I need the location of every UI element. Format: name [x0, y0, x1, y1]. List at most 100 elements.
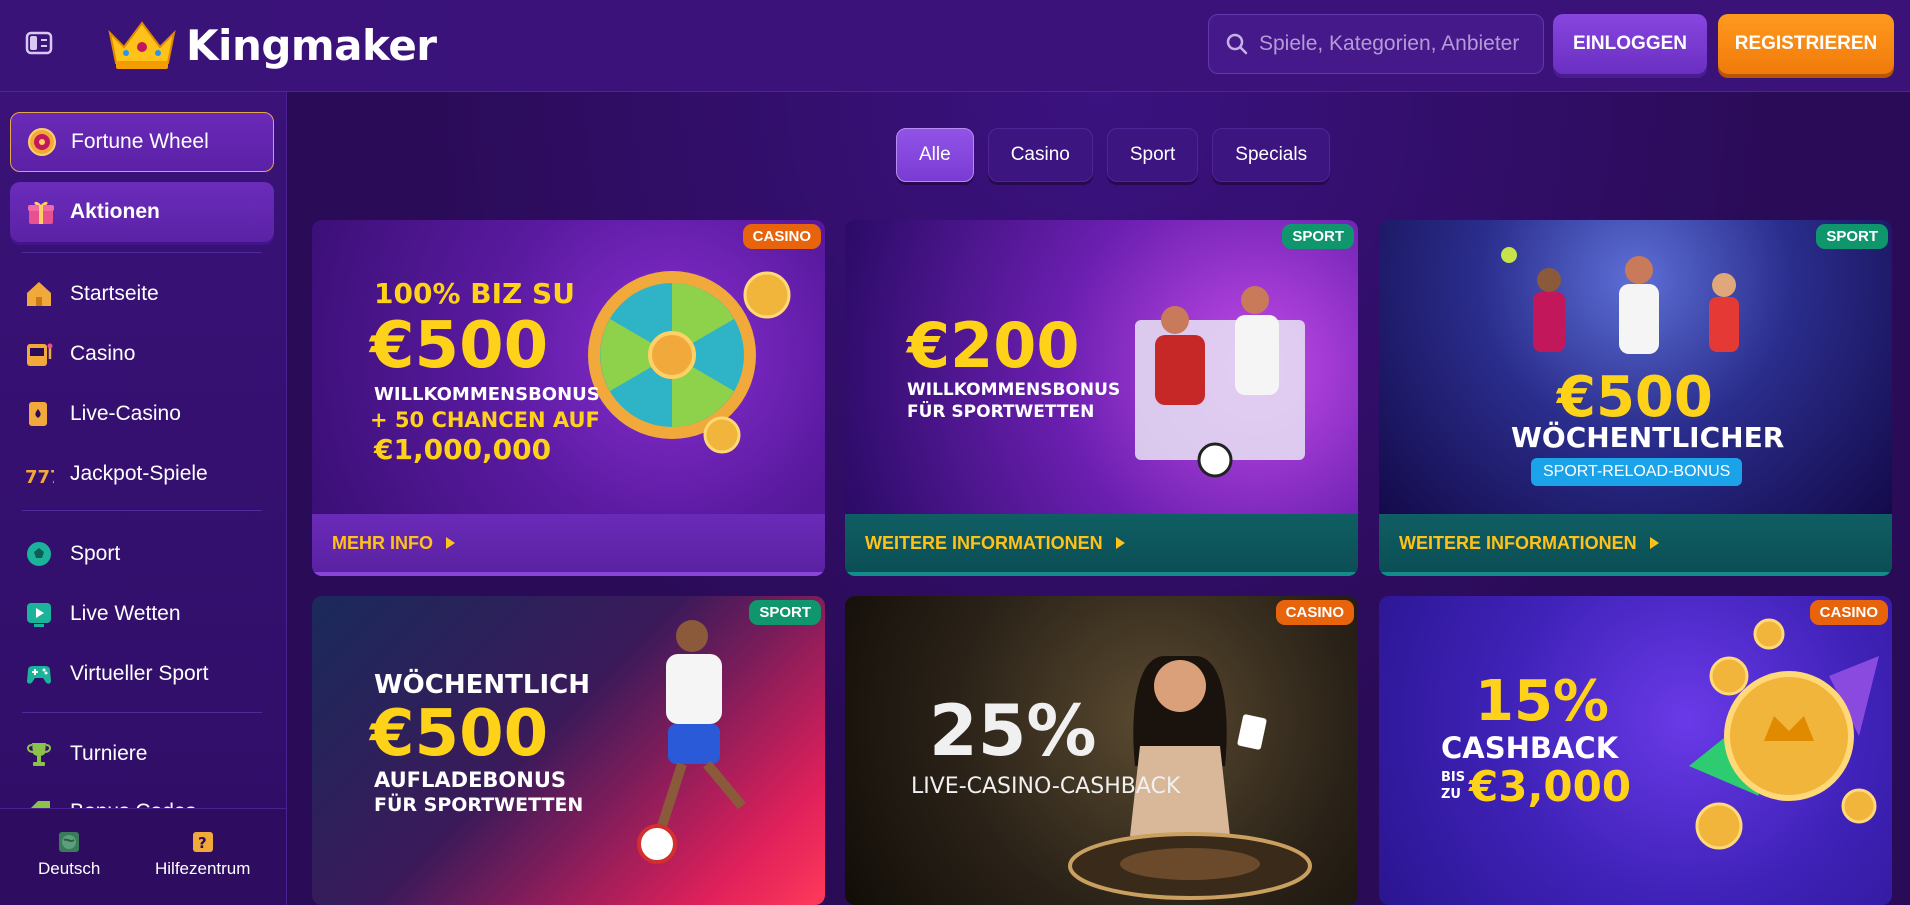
- sidebar-item-label: Casino: [70, 342, 136, 365]
- promo-line: LIVE-CASINO-CASHBACK: [911, 774, 1181, 799]
- sidebar-item-live-casino[interactable]: Live-Casino: [22, 392, 272, 436]
- promo-amount: 25%: [929, 690, 1097, 772]
- category-badge: SPORT: [1816, 224, 1888, 249]
- category-badge: SPORT: [749, 600, 821, 625]
- promo-line: AUFLADEBONUS: [374, 768, 567, 792]
- sidebar-item-jackpot-spiele[interactable]: 777 Jackpot-Spiele: [22, 452, 272, 496]
- category-badge: CASINO: [742, 224, 821, 249]
- search-box[interactable]: [1208, 14, 1544, 74]
- promo-amount: €500: [370, 697, 549, 771]
- cards-icon: [22, 397, 56, 431]
- promo-line: FÜR SPORTWETTEN: [907, 402, 1095, 422]
- language-selector[interactable]: Deutsch: [38, 831, 100, 879]
- sidebar-divider: [22, 510, 262, 511]
- sidebar-promo-label: Fortune Wheel: [71, 130, 209, 153]
- gamepad-icon: [22, 657, 56, 691]
- sidebar-item-startseite[interactable]: Startseite: [22, 272, 272, 316]
- promo-line: + 50 CHANCEN AUF: [370, 408, 600, 432]
- tab-casino[interactable]: Casino: [987, 128, 1093, 182]
- sidebar-toggle-icon[interactable]: [24, 28, 54, 58]
- promo-tag: SPORT-RELOAD-BONUS: [1531, 458, 1743, 486]
- sidebar-item-label: Virtueller Sport: [70, 662, 209, 685]
- sidebar: Fortune Wheel Aktionen Startseite Casino…: [0, 92, 287, 905]
- register-button[interactable]: REGISTRIEREN: [1718, 14, 1894, 74]
- promo-card[interactable]: 25% LIVE-CASINO-CASHBACK CASINO: [845, 596, 1358, 905]
- sidebar-item-label: Jackpot-Spiele: [70, 462, 208, 485]
- caret-right-icon: [446, 537, 455, 549]
- more-info-link[interactable]: WEITERE INFORMATIONEN: [1379, 514, 1892, 576]
- sidebar-footer: Deutsch ? Hilfezentrum: [0, 808, 286, 905]
- sidebar-item-live-wetten[interactable]: Live Wetten: [22, 592, 272, 636]
- promo-line: 100% BIZ SU: [374, 277, 575, 310]
- coin-icon: [703, 416, 741, 454]
- promo-line: CASHBACK: [1441, 731, 1619, 765]
- promo-card[interactable]: €500 WÖCHENTLICHER SPORT-RELOAD-BONUS SP…: [1379, 220, 1892, 576]
- crown-icon: [108, 21, 176, 69]
- promo-card[interactable]: €200 WILLKOMMENSBONUS FÜR SPORTWETTEN SP…: [845, 220, 1358, 576]
- category-badge: CASINO: [1809, 600, 1888, 625]
- tab-alle[interactable]: Alle: [896, 128, 974, 182]
- sidebar-promo-aktionen[interactable]: Aktionen: [10, 182, 274, 242]
- sidebar-item-label: Startseite: [70, 282, 159, 305]
- dealer-graphic: [1068, 656, 1312, 900]
- promo-line: WILLKOMMENSBONUS: [374, 384, 600, 405]
- promo-line: €1,000,000: [374, 433, 552, 466]
- brand-logo[interactable]: Kingmaker: [104, 14, 437, 76]
- sidebar-divider: [22, 252, 262, 253]
- cta-label: WEITERE INFORMATIONEN: [1399, 532, 1637, 553]
- promotions-main: Alle Casino Sport Specials 100% BIZ SU €…: [288, 92, 1910, 905]
- promo-image: €200 WILLKOMMENSBONUS FÜR SPORTWETTEN SP…: [845, 220, 1358, 514]
- help-center-link[interactable]: ? Hilfezentrum: [155, 831, 250, 879]
- promo-amount: 15%: [1475, 669, 1610, 734]
- globe-icon: [59, 832, 80, 852]
- promo-amount: €500: [1557, 365, 1713, 430]
- promo-image: 15% CASHBACK BIS ZU €3,000 CASINO: [1379, 596, 1892, 905]
- fortune-wheel-icon: [28, 128, 56, 156]
- tab-specials[interactable]: Specials: [1212, 128, 1331, 182]
- category-badge: SPORT: [1282, 224, 1354, 249]
- promo-card[interactable]: 100% BIZ SU €500 WILLKOMMENSBONUS + 50 C…: [312, 220, 825, 576]
- sidebar-item-label: Sport: [70, 542, 121, 565]
- help-icon: ?: [192, 832, 213, 852]
- sidebar-item-casino[interactable]: Casino: [22, 332, 272, 376]
- sidebar-item-label: Live Wetten: [70, 602, 181, 625]
- promo-line: FÜR SPORTWETTEN: [374, 794, 584, 816]
- cta-label: MEHR INFO: [332, 532, 433, 553]
- sidebar-promo-label: Aktionen: [70, 200, 160, 223]
- sidebar-item-label: Turniere: [70, 742, 148, 765]
- more-info-link[interactable]: WEITERE INFORMATIONEN: [845, 514, 1358, 576]
- promo-card[interactable]: WÖCHENTLICH €500 AUFLADEBONUS FÜR SPORTW…: [312, 596, 825, 905]
- sidebar-item-label: Live-Casino: [70, 402, 181, 425]
- help-center-label: Hilfezentrum: [155, 859, 251, 878]
- coins-graphic: [1689, 618, 1879, 850]
- sidebar-item-virtueller-sport[interactable]: Virtueller Sport: [22, 652, 272, 696]
- svg-text:777: 777: [25, 467, 54, 488]
- jackpot-777-icon: 777: [22, 457, 56, 491]
- gift-icon: [28, 201, 54, 224]
- promo-line: WÖCHENTLICHER: [1511, 421, 1785, 454]
- category-tabs: Alle Casino Sport Specials: [896, 128, 1331, 182]
- sidebar-divider: [22, 712, 262, 713]
- search-input[interactable]: [1259, 32, 1539, 56]
- sidebar-item-turniere[interactable]: Turniere: [22, 732, 272, 776]
- promo-card[interactable]: 15% CASHBACK BIS ZU €3,000 CASINO: [1379, 596, 1892, 905]
- home-icon: [22, 277, 56, 311]
- search-icon: [1226, 33, 1248, 55]
- promo-line: WILLKOMMENSBONUS: [907, 380, 1121, 400]
- promo-image: WÖCHENTLICH €500 AUFLADEBONUS FÜR SPORTW…: [312, 596, 825, 905]
- more-info-link[interactable]: MEHR INFO: [312, 514, 825, 576]
- svg-text:?: ?: [198, 834, 207, 852]
- promo-image: €500 WÖCHENTLICHER SPORT-RELOAD-BONUS SP…: [1379, 220, 1892, 514]
- tab-sport[interactable]: Sport: [1106, 128, 1199, 182]
- promo-image: 100% BIZ SU €500 WILLKOMMENSBONUS + 50 C…: [312, 220, 825, 514]
- soccer-ball-icon: [22, 537, 56, 571]
- login-button[interactable]: EINLOGGEN: [1553, 14, 1707, 74]
- sidebar-item-sport[interactable]: Sport: [22, 532, 272, 576]
- category-badge: CASINO: [1275, 600, 1354, 625]
- soccer-player-graphic: [637, 620, 746, 864]
- promo-line: ZU: [1441, 787, 1461, 802]
- promo-amount: €500: [370, 309, 549, 383]
- promo-line: BIS: [1441, 770, 1466, 785]
- live-play-icon: [22, 597, 56, 631]
- sidebar-promo-fortune-wheel[interactable]: Fortune Wheel: [10, 112, 274, 172]
